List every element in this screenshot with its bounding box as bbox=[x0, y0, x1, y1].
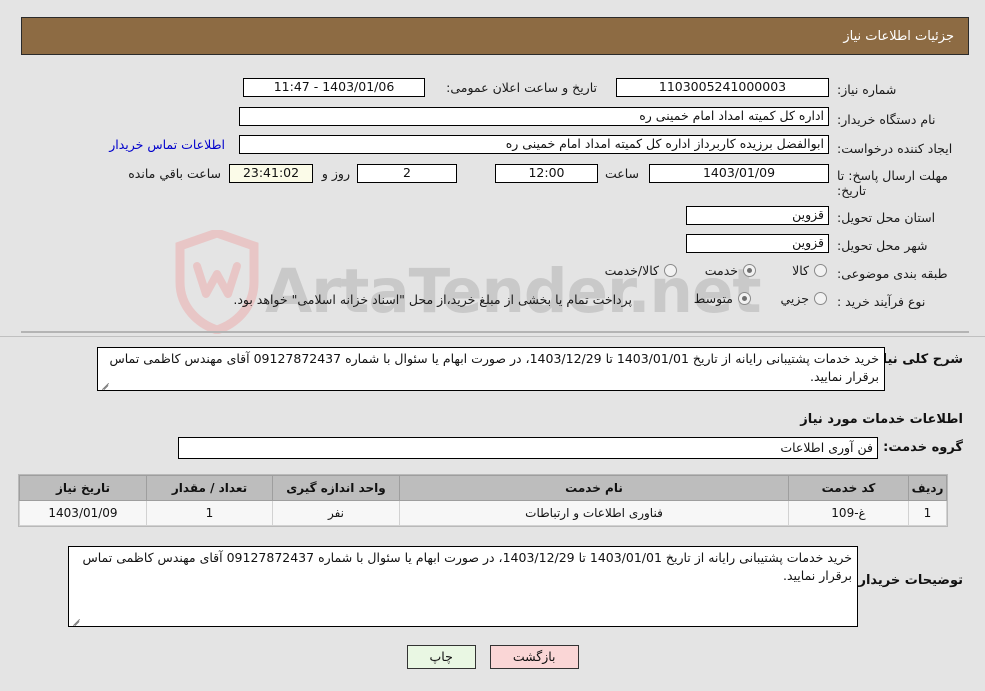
label-days: روز و bbox=[321, 166, 350, 181]
process-option-minor[interactable]: جزیي bbox=[780, 291, 827, 306]
label-category: طبقه بندی موضوعی: bbox=[837, 266, 948, 281]
print-button[interactable]: چاپ bbox=[406, 645, 476, 669]
footer-button-bar: بازگشت چاپ bbox=[0, 645, 985, 669]
category-option-service[interactable]: خدمت bbox=[705, 263, 756, 278]
cell-name: فناوری اطلاعات و ارتباطات bbox=[399, 500, 789, 526]
column-header-row-no: ردیف bbox=[908, 475, 947, 501]
need-info-panel: شماره نیاز: نام دستگاه خریدار: ایجاد کنن… bbox=[21, 62, 969, 333]
services-section-heading: اطلاعات خدمات مورد نیاز bbox=[800, 412, 963, 427]
buyer-contact-info-link[interactable]: اطلاعات تماس خریدار bbox=[109, 137, 225, 152]
column-header-quantity: تعداد / مقدار bbox=[146, 475, 273, 501]
deadline-hour-field[interactable]: 12:00 bbox=[495, 164, 598, 183]
cell-unit: نفر bbox=[272, 500, 400, 526]
delivery-city-field[interactable]: قزوین bbox=[686, 234, 829, 253]
countdown-timer-field: 23:41:02 bbox=[229, 164, 313, 183]
process-option-medium[interactable]: متوسط bbox=[694, 291, 751, 306]
label-process-type: نوع فرآیند خرید : bbox=[837, 294, 926, 309]
column-header-date: تاریخ نیاز bbox=[19, 475, 147, 501]
resize-grip-icon-2[interactable] bbox=[71, 615, 81, 625]
announce-datetime-field[interactable]: 1403/01/06 - 11:47 bbox=[243, 78, 425, 97]
buyer-notes-text: خرید خدمات پشتیبانی رایانه از تاریخ 1403… bbox=[82, 550, 852, 583]
category-option-goods-service-label: کالا/خدمت bbox=[604, 263, 659, 278]
buyer-org-field[interactable]: اداره کل کمیته امداد امام خمینی ره bbox=[239, 107, 829, 126]
page-title: جزئیات اطلاعات نیاز bbox=[843, 28, 954, 44]
general-description-textarea[interactable]: خرید خدمات پشتیبانی رایانه از تاریخ 1403… bbox=[97, 347, 885, 391]
tender-detail-page: ArtaTender.net جزئیات اطلاعات نیاز شماره… bbox=[0, 0, 985, 691]
category-option-goods-service[interactable]: کالا/خدمت bbox=[605, 263, 677, 278]
column-header-unit: واحد اندازه گیری bbox=[272, 475, 400, 501]
section-divider bbox=[0, 336, 985, 337]
radio-minor-icon[interactable] bbox=[814, 292, 827, 305]
label-deadline-hour: ساعت bbox=[604, 166, 639, 181]
table-header-row: ردیف کد خدمت نام خدمت واحد اندازه گیری ت… bbox=[19, 475, 947, 501]
label-creator: ایجاد کننده درخواست: bbox=[837, 141, 953, 156]
column-header-code: کد خدمت bbox=[788, 475, 909, 501]
general-description-text: خرید خدمات پشتیبانی رایانه از تاریخ 1403… bbox=[109, 351, 879, 384]
islamic-treasury-note: پرداخت تمام یا بخشی از مبلغ خرید،از محل … bbox=[233, 292, 632, 307]
cell-date: 1403/01/09 bbox=[19, 500, 147, 526]
label-remaining-hours: ساعت باقي مانده bbox=[128, 166, 221, 181]
radio-medium-icon[interactable] bbox=[738, 292, 751, 305]
need-number-field[interactable]: 1103005241000003 bbox=[616, 78, 829, 97]
label-buyer-org: نام دستگاه خریدار: bbox=[837, 112, 936, 127]
label-need-number: شماره نیاز: bbox=[837, 82, 897, 97]
request-creator-field[interactable]: ابوالفضل برزیده کاربرداز اداره کل کمیته … bbox=[239, 135, 829, 154]
category-option-service-label: خدمت bbox=[704, 263, 738, 278]
process-option-medium-label: متوسط bbox=[693, 291, 733, 306]
deadline-date-field[interactable]: 1403/01/09 bbox=[649, 164, 829, 183]
cell-row-no: 1 bbox=[908, 500, 947, 526]
label-city: شهر محل تحویل: bbox=[837, 238, 928, 253]
service-group-field[interactable]: فن آوری اطلاعات bbox=[178, 437, 878, 459]
label-deadline: مهلت ارسال پاسخ: تا تاریخ: bbox=[837, 168, 948, 198]
buyer-notes-textarea[interactable]: خرید خدمات پشتیبانی رایانه از تاریخ 1403… bbox=[68, 546, 858, 627]
services-table: ردیف کد خدمت نام خدمت واحد اندازه گیری ت… bbox=[18, 474, 948, 527]
column-header-name: نام خدمت bbox=[399, 475, 789, 501]
back-button[interactable]: بازگشت bbox=[489, 645, 579, 669]
radio-goods-service-icon[interactable] bbox=[664, 264, 677, 277]
service-group-label: گروه خدمت: bbox=[883, 440, 963, 455]
category-option-goods-label: کالا bbox=[792, 263, 809, 278]
radio-goods-icon[interactable] bbox=[814, 264, 827, 277]
label-announce-datetime: تاریخ و ساعت اعلان عمومی: bbox=[446, 80, 597, 95]
remaining-days-field[interactable]: 2 bbox=[357, 164, 457, 183]
cell-code: غ-109 bbox=[788, 500, 909, 526]
category-option-goods[interactable]: کالا bbox=[792, 263, 827, 278]
radio-service-icon[interactable] bbox=[743, 264, 756, 277]
buyer-notes-label: توضیحات خریدار: bbox=[853, 573, 963, 588]
table-row[interactable]: 1 غ-109 فناوری اطلاعات و ارتباطات نفر 1 … bbox=[19, 500, 947, 526]
page-header-bar: جزئیات اطلاعات نیاز bbox=[21, 17, 969, 55]
delivery-province-field[interactable]: قزوین bbox=[686, 206, 829, 225]
label-province: استان محل تحویل: bbox=[837, 210, 936, 225]
cell-quantity: 1 bbox=[146, 500, 273, 526]
resize-grip-icon[interactable] bbox=[100, 379, 110, 389]
process-option-minor-label: جزیي bbox=[780, 291, 809, 306]
